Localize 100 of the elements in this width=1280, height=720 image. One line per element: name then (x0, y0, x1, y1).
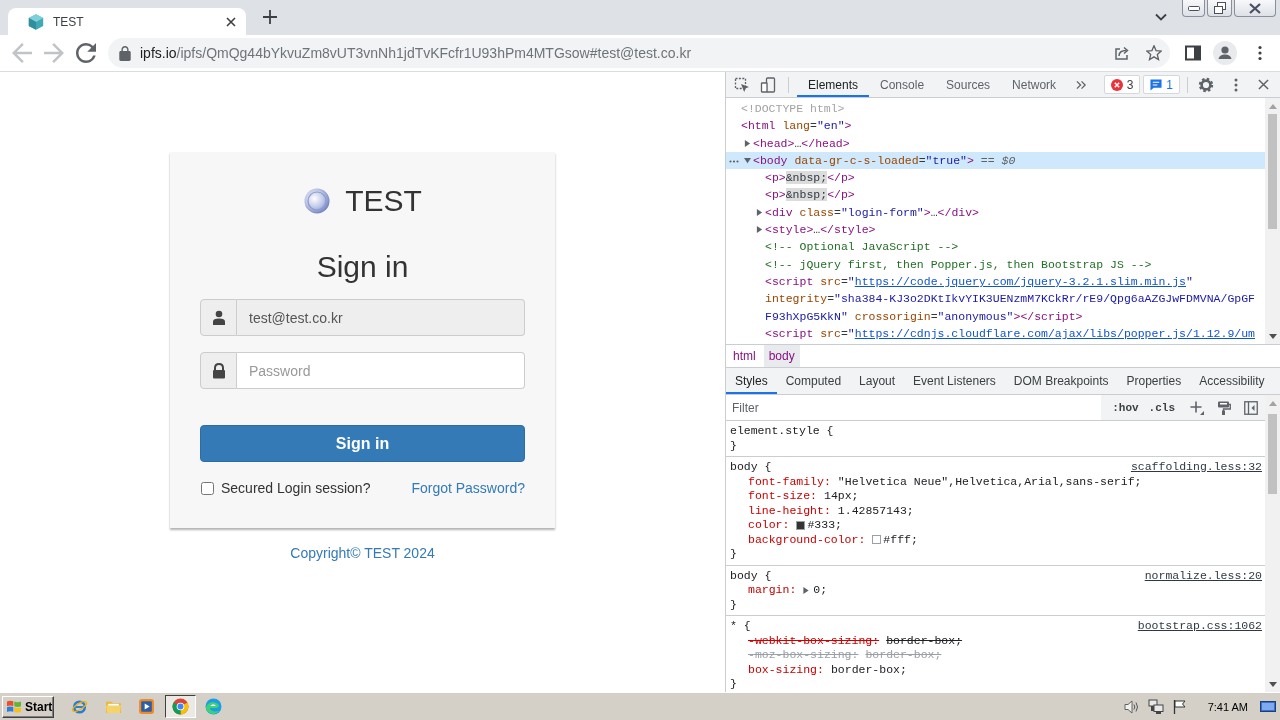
sidebar-tab[interactable]: Event Listeners (904, 368, 1005, 394)
dom-tree-row[interactable]: <script src="https://cdnjs.cloudflare.com/ajax/libs/popper.js/1.12.9/um (726, 324, 1265, 343)
scrollbar[interactable] (1265, 395, 1280, 692)
sidebar-tab[interactable]: Accessibility (1190, 368, 1274, 394)
dom-tree-row[interactable]: <style>…</style> (726, 221, 1265, 239)
clock[interactable]: 7:41 AM (1207, 700, 1248, 713)
css-value[interactable]: border-box; (830, 662, 907, 677)
breadcrumb[interactable]: html (728, 345, 761, 367)
address-bar[interactable]: ipfs.io/ipfs/QmQg44bYkvuZm8vUT3vnNh1jdTvKFcfr1U93hPm4MTGsow#test@test.co.kr (108, 38, 1170, 68)
message-count-button[interactable]: 1 (1143, 75, 1180, 94)
css-property[interactable]: margin: (748, 583, 797, 598)
minimize-button[interactable] (1182, 0, 1205, 17)
speaker-icon[interactable] (1123, 698, 1140, 715)
dom-tree-row[interactable]: <!-- jQuery first, then Popper.js, then Bootstrap JS --> (726, 255, 1265, 273)
brush-icon[interactable] (1217, 400, 1231, 415)
desktop-icon[interactable] (1260, 698, 1276, 715)
circle-logo-icon[interactable] (164, 695, 196, 718)
css-selector: * { (730, 619, 751, 634)
new-rule-icon[interactable] (1190, 400, 1204, 415)
menu-icon[interactable] (1258, 45, 1262, 61)
expand-arrow-icon[interactable] (755, 226, 763, 234)
css-value[interactable]: "Helvetica Neue",Helvetica,Arial,sans-serif; (837, 474, 1142, 489)
double-chevron-icon[interactable] (1076, 79, 1088, 90)
devtools-tab[interactable]: Console (869, 72, 936, 97)
devtools-tab[interactable]: Elements (797, 72, 870, 97)
brand-title: TEST (345, 183, 422, 219)
dom-tree-row[interactable]: <p>&nbsp;</p> (726, 169, 1265, 187)
device-toolbar-icon[interactable] (760, 76, 776, 93)
expand-arrow-icon[interactable] (743, 139, 751, 147)
start-button[interactable]: Start (2, 695, 54, 718)
scroll-down-icon[interactable] (1268, 682, 1277, 687)
sidebar-tab[interactable]: Properties (1117, 368, 1191, 394)
close-icon[interactable] (226, 16, 236, 27)
script-link[interactable]: https://code.jquery.com/jquery-3.2.1.slim.min.js (854, 274, 1186, 288)
sidebar-toggle-icon[interactable] (1244, 400, 1258, 415)
flag-icon[interactable] (1171, 698, 1188, 715)
sidebar-tab[interactable]: DOM Breakpoints (1004, 368, 1118, 394)
chevron-down-icon[interactable] (1155, 13, 1167, 21)
expand-arrow-icon[interactable] (743, 157, 751, 165)
dom-tree-row[interactable]: <head>…</head> (726, 134, 1265, 152)
error-count-button[interactable]: 3 (1103, 75, 1141, 94)
dom-tree-row[interactable]: <p>&nbsp;</p> (726, 186, 1265, 204)
close-icon[interactable] (1258, 79, 1269, 90)
devtools-tab[interactable]: Sources (935, 72, 1002, 97)
side-panel-icon[interactable] (1185, 45, 1201, 61)
color-swatch-icon[interactable] (872, 535, 882, 545)
breadcrumb[interactable]: body (763, 345, 800, 367)
source-link[interactable]: bootstrap.css:1062 (1137, 619, 1262, 634)
css-value[interactable]: 1.42857143; (837, 503, 914, 518)
css-value[interactable]: #333; (807, 518, 842, 533)
share-icon[interactable] (1114, 45, 1130, 61)
css-property[interactable]: color: (748, 518, 790, 533)
css-value[interactable]: #fff; (883, 532, 918, 547)
dom-tree-row[interactable]: <body data-gr-c-s-loaded="true"> == $0 (726, 151, 1265, 170)
reload-icon[interactable] (76, 43, 96, 63)
email-field[interactable]: test@test.co.kr (237, 299, 525, 336)
css-property[interactable]: box-sizing: (748, 662, 824, 677)
expand-arrow-icon[interactable] (755, 208, 763, 216)
forgot-password-link[interactable]: Forgot Password? (411, 480, 525, 496)
dom-tree-row[interactable]: <div class="login-form">…</div> (726, 203, 1265, 222)
css-value[interactable]: border-box; (886, 633, 963, 648)
css-value[interactable]: 14px; (824, 489, 859, 504)
css-property[interactable]: line-height: (748, 503, 831, 518)
sidebar-tab[interactable]: Computed (776, 368, 851, 394)
devtools-tab[interactable]: Network (1001, 72, 1068, 97)
password-field[interactable]: Password (237, 352, 525, 389)
source-link[interactable]: normalize.less:20 (1144, 568, 1262, 583)
checkbox[interactable] (201, 481, 214, 495)
inspect-icon[interactable] (734, 76, 750, 93)
plus-icon[interactable] (263, 10, 277, 24)
browser-tab[interactable]: TEST (8, 8, 246, 35)
close-button[interactable] (1234, 0, 1276, 17)
dom-tree-row[interactable]: <html lang="en"> (726, 117, 1265, 135)
script-link[interactable]: https://cdnjs.cloudflare.com/ajax/libs/popper.js/1.12.9/um (854, 326, 1255, 340)
profile-icon[interactable] (1213, 41, 1237, 65)
globe-icon (303, 187, 332, 215)
expand-arrow-icon[interactable] (803, 586, 810, 594)
css-property[interactable]: -webkit-box-sizing: (748, 633, 880, 648)
css-value[interactable]: 0; (813, 583, 828, 598)
sign-in-button[interactable]: Sign in (200, 425, 525, 462)
network-icon[interactable] (1147, 698, 1164, 715)
settings-icon[interactable] (1198, 76, 1214, 93)
toggle-button[interactable]: :hov (1107, 397, 1144, 418)
more-options-icon[interactable] (1234, 77, 1238, 92)
sidebar-tab[interactable]: Layout (850, 368, 905, 394)
scrollbar-thumb[interactable] (1268, 414, 1277, 494)
star-icon[interactable] (1146, 45, 1162, 61)
dom-tree-row[interactable]: <script src="https://code.jquery.com/jquery-3.2.1.slim.min.js" integrity="sha384-KJ3o2DKtIkvYIK3UENzmM7KCkRr/rE9/Qpg6aAZGJwFDMVNA/GpGF F93hXpG5KkN" crossorigin="anonymous"></script> (726, 272, 1265, 325)
dom-tree-row[interactable]: <!-- Optional JavaScript --> (726, 238, 1265, 256)
source-link[interactable]: scaffolding.less:32 (1130, 460, 1262, 475)
color-swatch-icon[interactable] (796, 520, 806, 530)
scrollbar-thumb[interactable] (1268, 114, 1277, 229)
css-property[interactable]: font-size: (748, 489, 817, 504)
css-property[interactable]: font-family: (748, 474, 831, 489)
css-property[interactable]: background-color: (748, 532, 866, 547)
ellipsis-icon[interactable] (729, 159, 739, 163)
restore-button[interactable] (1207, 0, 1232, 17)
scroll-down-icon[interactable] (1268, 334, 1277, 339)
toggle-button[interactable]: .cls (1143, 397, 1180, 418)
scrollbar[interactable] (1265, 98, 1280, 344)
